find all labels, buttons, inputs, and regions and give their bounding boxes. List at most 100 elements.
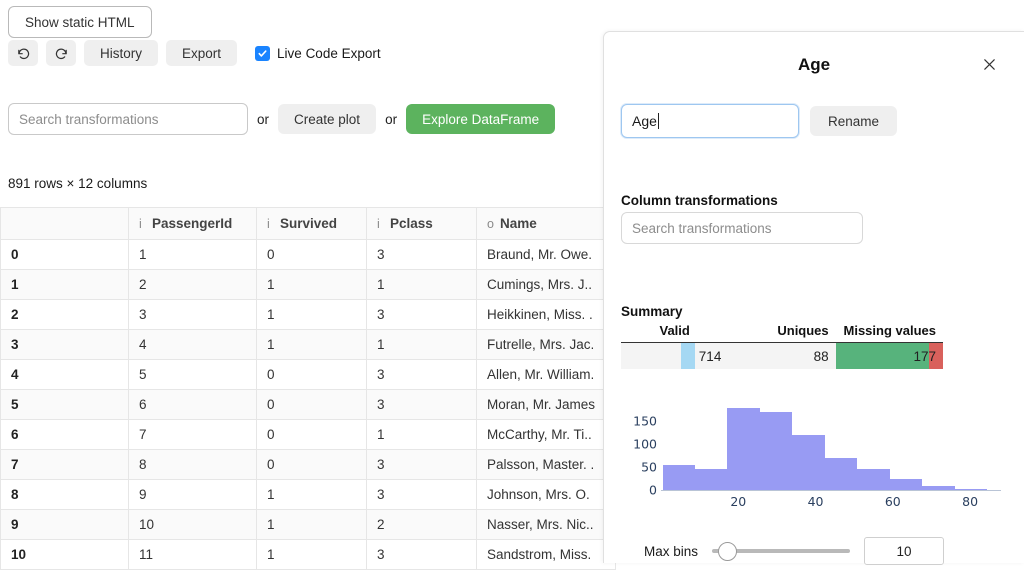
column-name: Name <box>500 216 537 231</box>
table-cell-survived: 1 <box>257 270 367 300</box>
export-label: Export <box>182 46 221 61</box>
table-cell-survived: 1 <box>257 540 367 570</box>
table-row[interactable]: 7803Palsson, Master. . <box>1 450 616 480</box>
rename-button-label: Rename <box>828 114 879 129</box>
live-code-export-checkbox[interactable]: Live Code Export <box>255 46 381 61</box>
summary-label: Summary <box>621 304 683 319</box>
column-transformations-placeholder: Search transformations <box>632 221 772 236</box>
explore-dataframe-button[interactable]: Explore DataFrame <box>406 104 555 134</box>
max-bins-row: Max bins 10 <box>644 537 944 565</box>
table-row[interactable]: 2313Heikkinen, Miss. . <box>1 300 616 330</box>
table-row[interactable]: 5603Moran, Mr. James <box>1 390 616 420</box>
create-plot-label: Create plot <box>294 112 360 127</box>
table-row[interactable]: 8913Johnson, Mrs. O. <box>1 480 616 510</box>
histogram-x-tick: 40 <box>808 494 824 509</box>
table-cell-survived: 1 <box>257 510 367 540</box>
row-index-cell: 6 <box>1 420 129 450</box>
column-header-pclass[interactable]: iPclass <box>367 208 477 240</box>
table-cell-passengerid: 3 <box>129 300 257 330</box>
table-row[interactable]: 0103Braund, Mr. Owe. <box>1 240 616 270</box>
table-row[interactable]: 3411Futrelle, Mrs. Jac. <box>1 330 616 360</box>
summary-header-row: Valid Uniques Missing values <box>621 323 943 343</box>
max-bins-slider[interactable] <box>712 542 850 560</box>
table-cell-passengerid: 8 <box>129 450 257 480</box>
table-row[interactable]: 4503Allen, Mr. William. <box>1 360 616 390</box>
table-row[interactable]: 1211Cumings, Mrs. J.. <box>1 270 616 300</box>
dtype-icon-int: i <box>377 217 390 231</box>
table-cell-pclass: 3 <box>367 540 477 570</box>
column-name: Pclass <box>390 216 433 231</box>
table-cell-passengerid: 7 <box>129 420 257 450</box>
table-cell-survived: 1 <box>257 330 367 360</box>
histogram-y-axis-labels: 050100150 <box>621 402 657 490</box>
row-index-cell: 0 <box>1 240 129 270</box>
valid-bar <box>681 343 695 369</box>
transformation-search-row: Search transformations or Create plot or… <box>8 103 555 135</box>
max-bins-value-input[interactable]: 10 <box>864 537 944 565</box>
missing-value: 177 <box>913 349 936 364</box>
rename-row: Age Rename <box>621 104 897 138</box>
table-cell-name: Nasser, Mrs. Nic.. <box>477 510 616 540</box>
table-cell-passengerid: 11 <box>129 540 257 570</box>
export-button[interactable]: Export <box>166 40 237 66</box>
create-plot-button[interactable]: Create plot <box>278 104 376 134</box>
table-cell-name: Moran, Mr. James <box>477 390 616 420</box>
or-separator-1: or <box>257 112 269 127</box>
table-row[interactable]: 101113Sandstrom, Miss. <box>1 540 616 570</box>
undo-arrow-icon <box>16 46 31 61</box>
table-cell-name: Cumings, Mrs. J.. <box>477 270 616 300</box>
table-cell-pclass: 3 <box>367 480 477 510</box>
column-header-name[interactable]: oName <box>477 208 616 240</box>
column-header-passengerid[interactable]: iPassengerId <box>129 208 257 240</box>
table-row[interactable]: 91012Nasser, Mrs. Nic.. <box>1 510 616 540</box>
show-static-html-button[interactable]: Show static HTML <box>8 6 152 38</box>
table-cell-survived: 1 <box>257 480 367 510</box>
histogram-y-tick: 50 <box>641 459 657 474</box>
toolbar: History Export Live Code Export <box>8 40 381 66</box>
table-row[interactable]: 6701McCarthy, Mr. Ti.. <box>1 420 616 450</box>
histogram-plot-area <box>661 402 1001 490</box>
table-cell-name: Palsson, Master. . <box>477 450 616 480</box>
rename-input[interactable]: Age <box>621 104 799 138</box>
rename-button[interactable]: Rename <box>810 106 897 136</box>
search-transformations-input[interactable]: Search transformations <box>8 103 248 135</box>
history-button[interactable]: History <box>84 40 158 66</box>
table-cell-survived: 1 <box>257 300 367 330</box>
dtype-icon-int: i <box>139 217 152 231</box>
table-cell-name: Heikkinen, Miss. . <box>477 300 616 330</box>
summary-header-valid: Valid <box>621 323 728 343</box>
valid-value: 714 <box>699 349 722 364</box>
table-cell-survived: 0 <box>257 240 367 270</box>
column-name: PassengerId <box>152 216 232 231</box>
histogram-bar <box>760 412 792 490</box>
max-bins-value: 10 <box>897 544 912 559</box>
histogram-y-tick: 150 <box>633 413 657 428</box>
column-header-survived[interactable]: iSurvived <box>257 208 367 240</box>
table-cell-passengerid: 1 <box>129 240 257 270</box>
close-icon <box>982 57 997 77</box>
table-cell-name: Futrelle, Mrs. Jac. <box>477 330 616 360</box>
table-cell-name: McCarthy, Mr. Ti.. <box>477 420 616 450</box>
histogram-y-tick: 0 <box>649 483 657 498</box>
close-button[interactable] <box>979 57 999 77</box>
dataframe-shape-label: 891 rows × 12 columns <box>8 176 147 191</box>
histogram-y-tick: 100 <box>633 436 657 451</box>
show-static-html-label: Show static HTML <box>25 15 135 30</box>
histogram-x-axis-labels: 20406080 <box>661 494 1001 512</box>
column-transformations-search-input[interactable]: Search transformations <box>621 212 863 244</box>
row-index-cell: 4 <box>1 360 129 390</box>
summary-header-missing: Missing values <box>836 323 943 343</box>
slider-thumb[interactable] <box>718 542 737 561</box>
summary-table: Valid Uniques Missing values 714 88 177 <box>621 323 943 369</box>
table-cell-pclass: 1 <box>367 270 477 300</box>
undo-button[interactable] <box>8 40 38 66</box>
histogram-bar <box>857 469 889 490</box>
histogram-bar <box>695 469 727 490</box>
text-caret <box>658 113 659 129</box>
search-transformations-placeholder: Search transformations <box>19 112 159 127</box>
column-header-index[interactable] <box>1 208 129 240</box>
redo-button[interactable] <box>46 40 76 66</box>
row-index-cell: 2 <box>1 300 129 330</box>
histogram-bar <box>792 435 824 490</box>
redo-arrow-icon <box>54 46 69 61</box>
